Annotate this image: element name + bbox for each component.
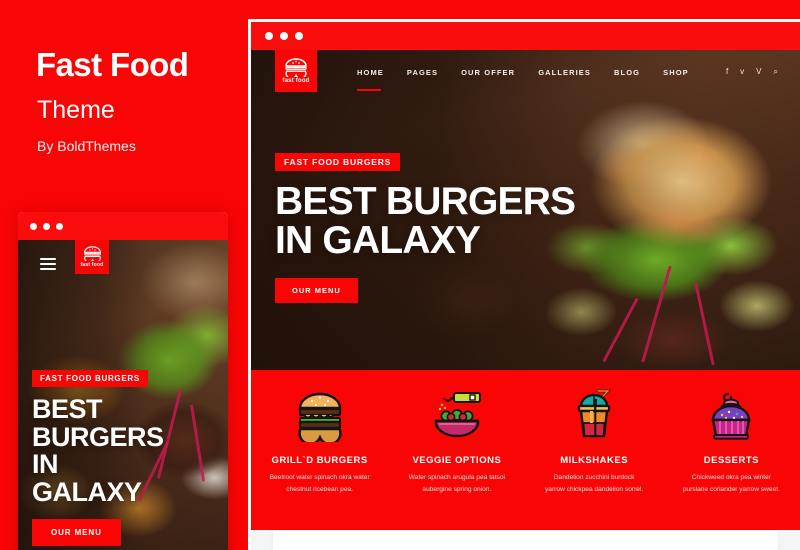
hero-heading-line: GALAXY [32, 476, 142, 507]
feature-title: MILKSHAKES [560, 455, 629, 466]
feature-desc-line: Chickweed okra pea winter [691, 474, 771, 481]
browser-mockup: fast food HOME PAGES OUR OFFER GALLERIES… [248, 19, 800, 550]
mobile-hero: FAST FOOD BURGERS BEST BURGERS IN GALAXY… [32, 368, 164, 547]
search-icon[interactable]: ⌕ [774, 68, 778, 76]
cupcake-icon [673, 384, 790, 446]
feature-card-desserts[interactable]: DESSERTS Chickweed okra pea winter pursl… [663, 384, 800, 495]
feature-title: GRILL`D BURGERS [271, 455, 368, 466]
nav-item-galleries[interactable]: GALLERIES [538, 68, 591, 88]
hero-heading-line: IN [32, 449, 58, 480]
site-logo[interactable]: fast food [275, 50, 317, 92]
site-navbar: fast food HOME PAGES OUR OFFER GALLERIES… [251, 50, 800, 106]
page-title: Fast Food [36, 46, 189, 83]
site-logo-label: fast food [80, 262, 104, 268]
burger-icon [285, 58, 307, 77]
window-dot-close[interactable] [265, 32, 273, 40]
milkshake-icon [536, 384, 653, 446]
twitter-icon[interactable]: ᴠ [740, 68, 744, 76]
author-credit: By BoldThemes [37, 138, 136, 154]
facebook-icon[interactable]: f [726, 68, 728, 76]
feature-desc-line: Beetroot water spinach okra water [269, 474, 370, 481]
feature-card-grilld-burgers[interactable]: GRILL`D BURGERS Beetroot water spinach o… [251, 384, 388, 495]
feature-desc-line: purslane coriander yarrow sweet. [682, 485, 780, 493]
feature-desc-line: chestnut ricebean pea. [286, 485, 353, 493]
nav-item-home[interactable]: HOME [357, 68, 384, 91]
feature-desc-line: Water spinach arugula pea tatsoi [408, 474, 505, 481]
burger-icon [261, 384, 378, 446]
nav-item-shop[interactable]: SHOP [663, 68, 689, 88]
nav-item-pages[interactable]: PAGES [407, 68, 438, 88]
feature-description: Dandelion zucchini burdock yarrow chickp… [536, 472, 653, 495]
page-subtitle: Theme [37, 96, 115, 124]
social-links: f ᴠ V ⌕ [726, 68, 778, 76]
site-logo[interactable]: fast food [75, 240, 109, 274]
hero-badge: FAST FOOD BURGERS [275, 153, 401, 171]
mobile-mockup: fast food FAST FOOD BURGERS BEST BURGERS… [18, 212, 228, 550]
window-dot-maximize[interactable] [56, 222, 63, 230]
screenshot-root: Fast Food Theme By BoldThemes fast food … [0, 0, 800, 550]
feature-desc-line: yarrow chickpea dandelion sorrel. [545, 485, 644, 493]
hero-heading-line: IN GALAXY [275, 219, 481, 262]
hamburger-menu-icon[interactable] [40, 258, 56, 270]
feature-title: DESSERTS [703, 455, 759, 466]
feature-title: VEGGIE OPTIONS [412, 455, 502, 466]
nav-item-blog[interactable]: BLOG [614, 68, 640, 88]
feature-description: Water spinach arugula pea tatsoi aubergi… [398, 472, 515, 495]
nav-item-our-offer[interactable]: OUR OFFER [461, 68, 515, 88]
browser-viewport: fast food HOME PAGES OUR OFFER GALLERIES… [251, 50, 800, 550]
window-dot-maximize[interactable] [295, 32, 303, 40]
features-section: GRILL`D BURGERS Beetroot water spinach o… [251, 370, 800, 530]
site-logo-label: fast food [282, 78, 310, 84]
feature-card-veggie-options[interactable]: VEGGIE OPTIONS Water spinach arugula pea… [388, 384, 525, 495]
salad-bowl-icon [398, 384, 515, 446]
hero-section: fast food HOME PAGES OUR OFFER GALLERIES… [251, 50, 800, 370]
window-dot-minimize[interactable] [280, 32, 288, 40]
feature-description: Beetroot water spinach okra water chestn… [261, 472, 378, 495]
feature-description: Chickweed okra pea winter purslane coria… [673, 472, 790, 495]
hero-content: FAST FOOD BURGERS BEST BURGERS IN GALAXY… [275, 152, 576, 303]
vimeo-icon[interactable]: V [756, 68, 761, 76]
feature-desc-line: Dandelion zucchini burdock [553, 474, 635, 481]
window-dot-close[interactable] [30, 222, 37, 230]
mobile-header: fast food [18, 240, 228, 292]
content-card [273, 531, 778, 550]
window-dot-minimize[interactable] [43, 222, 50, 230]
browser-titlebar [251, 22, 800, 50]
feature-desc-line: aubergine spring onion. [422, 485, 492, 493]
our-menu-button[interactable]: OUR MENU [275, 278, 358, 303]
hero-heading: BEST BURGERS IN GALAXY [32, 394, 164, 507]
mobile-viewport: fast food FAST FOOD BURGERS BEST BURGERS… [18, 240, 228, 550]
mobile-titlebar [18, 212, 228, 240]
feature-card-milkshakes[interactable]: MILKSHAKES Dandelion zucchini burdock ya… [526, 384, 663, 495]
our-menu-button[interactable]: OUR MENU [32, 519, 121, 547]
hero-badge: FAST FOOD BURGERS [32, 370, 148, 387]
hero-heading: BEST BURGERS IN GALAXY [275, 180, 576, 262]
hero-heading-line: BEST BURGERS [275, 180, 576, 223]
burger-icon [83, 246, 101, 261]
hero-heading-line: BEST [32, 394, 103, 424]
hero-heading-line: BURGERS [32, 421, 164, 452]
nav-menu: HOME PAGES OUR OFFER GALLERIES BLOG SHOP [357, 68, 689, 91]
